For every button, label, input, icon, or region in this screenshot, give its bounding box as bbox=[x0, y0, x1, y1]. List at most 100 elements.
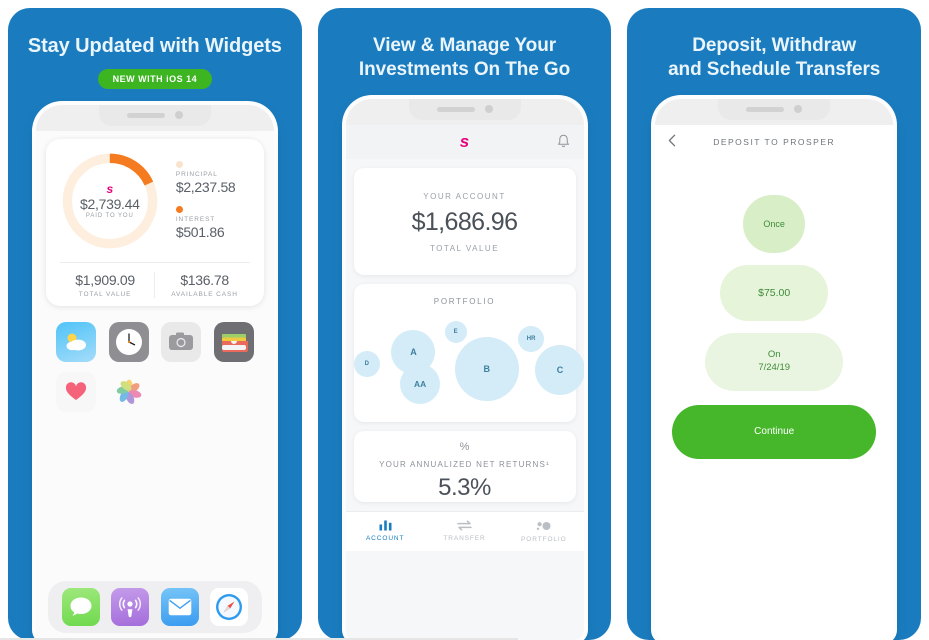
speaker-grill-icon bbox=[436, 106, 475, 112]
back-chevron-icon[interactable] bbox=[668, 134, 676, 152]
phone-notch bbox=[408, 98, 521, 120]
returns-label: YOUR ANNUALIZED NET RETURNS¹ bbox=[379, 459, 550, 469]
legend-dot-icon bbox=[175, 206, 183, 214]
compass-icon bbox=[216, 594, 243, 620]
legend-dot-icon bbox=[175, 161, 183, 169]
legend-key: PRINCIPAL bbox=[175, 171, 218, 179]
clock-app-icon[interactable] bbox=[108, 321, 149, 362]
deposit-header: DEPOSIT TO PROSPER bbox=[655, 124, 894, 159]
phone-screen: s $2,739.44 PAID TO YOU PRINCIPAL $2,237… bbox=[35, 130, 274, 640]
portfolio-title: PORTFOLIO bbox=[433, 296, 496, 306]
account-label: YOUR ACCOUNT bbox=[423, 191, 506, 201]
legend-item-principal: PRINCIPAL $2,237.58 bbox=[175, 161, 254, 195]
camera-glyph-icon bbox=[169, 332, 194, 350]
notifications-bell-icon[interactable] bbox=[557, 134, 570, 154]
transfer-arrows-icon bbox=[457, 520, 472, 531]
podcast-icon bbox=[119, 597, 142, 618]
panel-title-line2: and Schedule Transfers bbox=[668, 59, 881, 81]
envelope-icon bbox=[168, 598, 191, 616]
portfolio-bubble[interactable]: B bbox=[454, 336, 519, 401]
tab-transfer[interactable]: TRANSFER bbox=[425, 520, 504, 542]
stat-total-value: $1,909.09 TOTAL VALUE bbox=[56, 272, 155, 298]
phone-mockup-account: s YOUR ACCOUNT $1,686.96 TOTAL VALUE POR… bbox=[345, 98, 584, 640]
podcasts-app-icon[interactable] bbox=[111, 588, 150, 626]
stat-value: $1,909.09 bbox=[75, 271, 135, 288]
ios-home-screen: s $2,739.44 PAID TO YOU PRINCIPAL $2,237… bbox=[35, 130, 274, 640]
prosper-logo-icon: s bbox=[459, 132, 470, 152]
deposit-title: DEPOSIT TO PROSPER bbox=[713, 136, 836, 147]
portfolio-bubble[interactable]: HR bbox=[518, 325, 545, 352]
date-value: 7/24/19 bbox=[758, 361, 791, 373]
portfolio-bubble[interactable]: C bbox=[534, 344, 584, 395]
panel-title-line1: View & Manage Your bbox=[373, 35, 556, 56]
stat-label: AVAILABLE CASH bbox=[171, 290, 238, 298]
bell-glyph-icon bbox=[557, 134, 569, 147]
safari-app-icon[interactable] bbox=[210, 588, 249, 626]
bar-chart-icon bbox=[379, 520, 392, 531]
stat-label: TOTAL VALUE bbox=[78, 290, 132, 298]
prosper-widget[interactable]: s $2,739.44 PAID TO YOU PRINCIPAL $2,237… bbox=[45, 138, 264, 306]
phone-screen: DEPOSIT TO PROSPER Once $75.00 On 7/24/1… bbox=[655, 124, 894, 640]
photos-app-icon[interactable] bbox=[108, 371, 149, 412]
screenshot-panel-widgets: Stay Updated with Widgets NEW WITH iOS 1… bbox=[8, 8, 302, 640]
legend-item-interest: INTEREST $501.86 bbox=[175, 206, 254, 240]
widget-top-row: s $2,739.44 PAID TO YOU PRINCIPAL $2,237… bbox=[56, 149, 254, 253]
returns-value: 5.3% bbox=[438, 473, 491, 501]
legend-key: INTEREST bbox=[175, 216, 216, 224]
bottom-tab-bar: ACCOUNT TRANSFER PORTFOLIO bbox=[345, 510, 584, 551]
phone-notch-bar bbox=[655, 98, 894, 125]
speaker-grill-icon bbox=[746, 106, 785, 112]
portfolio-bubble[interactable]: AA bbox=[400, 363, 441, 404]
camera-app-icon[interactable] bbox=[161, 321, 202, 362]
annualized-returns-card[interactable]: % YOUR ANNUALIZED NET RETURNS¹ 5.3% bbox=[353, 430, 576, 502]
stat-available-cash: $136.78 AVAILABLE CASH bbox=[154, 271, 254, 298]
screenshot-panel-transfers: Deposit, Withdraw and Schedule Transfers bbox=[627, 8, 922, 640]
date-selector[interactable]: On 7/24/19 bbox=[705, 332, 844, 391]
tab-label: ACCOUNT bbox=[365, 535, 405, 543]
tab-portfolio[interactable]: PORTFOLIO bbox=[504, 520, 583, 543]
percent-icon: % bbox=[459, 440, 470, 453]
front-camera-icon bbox=[484, 105, 493, 114]
phone-mockup-home-screen: s $2,739.44 PAID TO YOU PRINCIPAL $2,237… bbox=[35, 104, 274, 640]
date-prefix: On bbox=[767, 348, 781, 360]
app-header: s bbox=[345, 124, 584, 159]
weather-app-icon[interactable] bbox=[56, 321, 97, 362]
continue-button[interactable]: Continue bbox=[672, 404, 877, 459]
donut-center-content: s $2,739.44 PAID TO YOU bbox=[58, 149, 162, 253]
phone-notch bbox=[718, 98, 831, 120]
paid-to-you-amount: $2,739.44 bbox=[80, 195, 140, 212]
frequency-selector[interactable]: Once bbox=[743, 194, 806, 253]
ios-dock bbox=[47, 581, 262, 633]
front-camera-icon bbox=[794, 105, 803, 114]
portfolio-bubble[interactable]: E bbox=[444, 320, 467, 343]
wallet-app-icon[interactable] bbox=[213, 321, 254, 362]
screenshot-panel-investments: View & Manage Your Investments On The Go… bbox=[317, 8, 612, 640]
phone-notch bbox=[98, 104, 211, 126]
tab-account[interactable]: ACCOUNT bbox=[346, 520, 425, 542]
photos-pinwheel-icon bbox=[116, 379, 141, 404]
frequency-value: Once bbox=[763, 218, 785, 229]
panel-title-line2: Investments On The Go bbox=[358, 59, 571, 81]
widget-stats-row: $1,909.09 TOTAL VALUE $136.78 AVAILABLE … bbox=[56, 263, 254, 298]
panel-title: Stay Updated with Widgets bbox=[27, 35, 282, 57]
widget-legend: PRINCIPAL $2,237.58 INTEREST $501.86 bbox=[162, 161, 254, 240]
app-store-screenshot-gallery: Stay Updated with Widgets NEW WITH iOS 1… bbox=[0, 0, 929, 640]
phone-mockup-deposit: DEPOSIT TO PROSPER Once $75.00 On 7/24/1… bbox=[655, 98, 894, 640]
weather-glyph-icon bbox=[66, 333, 87, 350]
front-camera-icon bbox=[174, 111, 183, 120]
mail-app-icon[interactable] bbox=[160, 588, 199, 626]
messages-app-icon[interactable] bbox=[61, 588, 100, 626]
account-summary-card[interactable]: YOUR ACCOUNT $1,686.96 TOTAL VALUE bbox=[353, 167, 576, 275]
portfolio-card[interactable]: PORTFOLIO D A AA E B HR C bbox=[353, 283, 584, 422]
panel-title-line1: Deposit, Withdraw bbox=[692, 35, 857, 56]
paid-to-you-donut-chart: s $2,739.44 PAID TO YOU bbox=[58, 149, 162, 253]
clock-glyph-icon bbox=[115, 328, 142, 355]
phone-notch-bar bbox=[345, 98, 584, 125]
account-total-value: $1,686.96 bbox=[411, 207, 518, 236]
amount-value: $75.00 bbox=[758, 286, 791, 299]
paid-to-you-label: PAID TO YOU bbox=[85, 212, 134, 219]
phone-notch-bar bbox=[35, 104, 274, 131]
health-app-icon[interactable] bbox=[56, 371, 97, 412]
amount-selector[interactable]: $75.00 bbox=[720, 264, 829, 321]
portfolio-bubble[interactable]: D bbox=[353, 350, 380, 377]
